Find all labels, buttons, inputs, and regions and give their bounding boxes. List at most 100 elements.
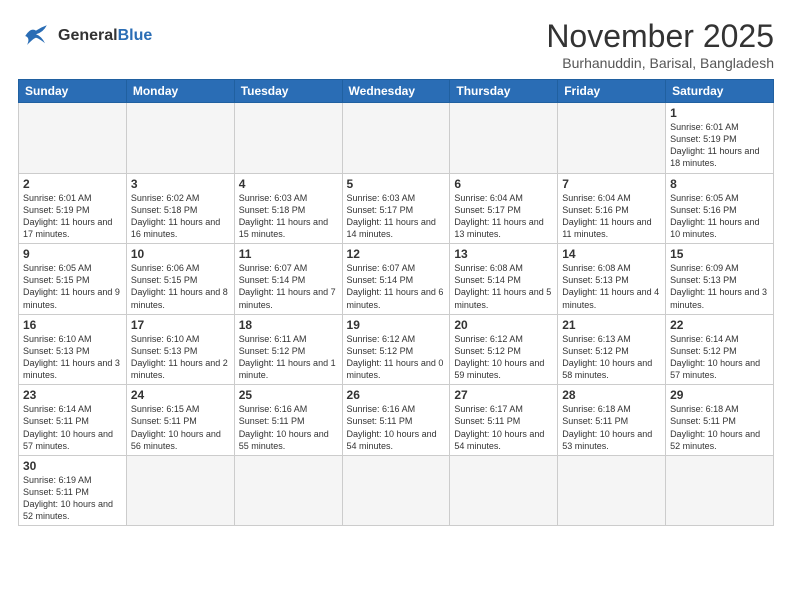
table-row: 2Sunrise: 6:01 AM Sunset: 5:19 PM Daylig… bbox=[19, 173, 127, 244]
day-info: Sunrise: 6:09 AM Sunset: 5:13 PM Dayligh… bbox=[670, 262, 769, 311]
logo-blue: Blue bbox=[118, 27, 153, 44]
day-number: 3 bbox=[131, 177, 230, 191]
header-tuesday: Tuesday bbox=[234, 80, 342, 103]
day-info: Sunrise: 6:04 AM Sunset: 5:16 PM Dayligh… bbox=[562, 192, 661, 241]
day-number: 17 bbox=[131, 318, 230, 332]
table-row bbox=[342, 103, 450, 174]
table-row: 26Sunrise: 6:16 AM Sunset: 5:11 PM Dayli… bbox=[342, 385, 450, 456]
table-row bbox=[342, 455, 450, 526]
day-number: 16 bbox=[23, 318, 122, 332]
table-row: 30Sunrise: 6:19 AM Sunset: 5:11 PM Dayli… bbox=[19, 455, 127, 526]
day-number: 4 bbox=[239, 177, 338, 191]
day-info: Sunrise: 6:07 AM Sunset: 5:14 PM Dayligh… bbox=[347, 262, 446, 311]
location-subtitle: Burhanuddin, Barisal, Bangladesh bbox=[546, 55, 774, 71]
day-info: Sunrise: 6:01 AM Sunset: 5:19 PM Dayligh… bbox=[670, 121, 769, 170]
header-sunday: Sunday bbox=[19, 80, 127, 103]
day-number: 29 bbox=[670, 388, 769, 402]
table-row bbox=[450, 455, 558, 526]
day-info: Sunrise: 6:17 AM Sunset: 5:11 PM Dayligh… bbox=[454, 403, 553, 452]
day-info: Sunrise: 6:19 AM Sunset: 5:11 PM Dayligh… bbox=[23, 474, 122, 523]
day-info: Sunrise: 6:18 AM Sunset: 5:11 PM Dayligh… bbox=[562, 403, 661, 452]
table-row: 13Sunrise: 6:08 AM Sunset: 5:14 PM Dayli… bbox=[450, 244, 558, 315]
table-row bbox=[450, 103, 558, 174]
day-info: Sunrise: 6:12 AM Sunset: 5:12 PM Dayligh… bbox=[454, 333, 553, 382]
day-number: 21 bbox=[562, 318, 661, 332]
table-row: 19Sunrise: 6:12 AM Sunset: 5:12 PM Dayli… bbox=[342, 314, 450, 385]
day-number: 1 bbox=[670, 106, 769, 120]
header-friday: Friday bbox=[558, 80, 666, 103]
day-info: Sunrise: 6:05 AM Sunset: 5:15 PM Dayligh… bbox=[23, 262, 122, 311]
day-number: 28 bbox=[562, 388, 661, 402]
day-info: Sunrise: 6:13 AM Sunset: 5:12 PM Dayligh… bbox=[562, 333, 661, 382]
day-number: 23 bbox=[23, 388, 122, 402]
day-number: 14 bbox=[562, 247, 661, 261]
day-number: 26 bbox=[347, 388, 446, 402]
table-row: 4Sunrise: 6:03 AM Sunset: 5:18 PM Daylig… bbox=[234, 173, 342, 244]
day-info: Sunrise: 6:08 AM Sunset: 5:14 PM Dayligh… bbox=[454, 262, 553, 311]
day-number: 30 bbox=[23, 459, 122, 473]
day-info: Sunrise: 6:14 AM Sunset: 5:11 PM Dayligh… bbox=[23, 403, 122, 452]
day-number: 9 bbox=[23, 247, 122, 261]
table-row bbox=[558, 455, 666, 526]
table-row: 11Sunrise: 6:07 AM Sunset: 5:14 PM Dayli… bbox=[234, 244, 342, 315]
day-number: 19 bbox=[347, 318, 446, 332]
table-row: 5Sunrise: 6:03 AM Sunset: 5:17 PM Daylig… bbox=[342, 173, 450, 244]
table-row bbox=[234, 455, 342, 526]
day-number: 6 bbox=[454, 177, 553, 191]
day-info: Sunrise: 6:14 AM Sunset: 5:12 PM Dayligh… bbox=[670, 333, 769, 382]
logo-text: GeneralBlue bbox=[58, 27, 152, 45]
table-row: 15Sunrise: 6:09 AM Sunset: 5:13 PM Dayli… bbox=[666, 244, 774, 315]
table-row: 14Sunrise: 6:08 AM Sunset: 5:13 PM Dayli… bbox=[558, 244, 666, 315]
day-number: 25 bbox=[239, 388, 338, 402]
table-row: 3Sunrise: 6:02 AM Sunset: 5:18 PM Daylig… bbox=[126, 173, 234, 244]
table-row: 27Sunrise: 6:17 AM Sunset: 5:11 PM Dayli… bbox=[450, 385, 558, 456]
day-info: Sunrise: 6:03 AM Sunset: 5:17 PM Dayligh… bbox=[347, 192, 446, 241]
day-number: 2 bbox=[23, 177, 122, 191]
day-info: Sunrise: 6:18 AM Sunset: 5:11 PM Dayligh… bbox=[670, 403, 769, 452]
table-row: 28Sunrise: 6:18 AM Sunset: 5:11 PM Dayli… bbox=[558, 385, 666, 456]
table-row: 18Sunrise: 6:11 AM Sunset: 5:12 PM Dayli… bbox=[234, 314, 342, 385]
table-row: 6Sunrise: 6:04 AM Sunset: 5:17 PM Daylig… bbox=[450, 173, 558, 244]
header-thursday: Thursday bbox=[450, 80, 558, 103]
day-number: 22 bbox=[670, 318, 769, 332]
logo-general: General bbox=[58, 27, 118, 44]
table-row: 22Sunrise: 6:14 AM Sunset: 5:12 PM Dayli… bbox=[666, 314, 774, 385]
day-info: Sunrise: 6:05 AM Sunset: 5:16 PM Dayligh… bbox=[670, 192, 769, 241]
day-info: Sunrise: 6:07 AM Sunset: 5:14 PM Dayligh… bbox=[239, 262, 338, 311]
month-year-title: November 2025 bbox=[546, 18, 774, 55]
table-row: 17Sunrise: 6:10 AM Sunset: 5:13 PM Dayli… bbox=[126, 314, 234, 385]
day-number: 24 bbox=[131, 388, 230, 402]
table-row: 7Sunrise: 6:04 AM Sunset: 5:16 PM Daylig… bbox=[558, 173, 666, 244]
logo: GeneralBlue bbox=[18, 18, 152, 54]
table-row: 25Sunrise: 6:16 AM Sunset: 5:11 PM Dayli… bbox=[234, 385, 342, 456]
calendar-table: Sunday Monday Tuesday Wednesday Thursday… bbox=[18, 79, 774, 526]
day-info: Sunrise: 6:04 AM Sunset: 5:17 PM Dayligh… bbox=[454, 192, 553, 241]
day-info: Sunrise: 6:16 AM Sunset: 5:11 PM Dayligh… bbox=[239, 403, 338, 452]
table-row: 9Sunrise: 6:05 AM Sunset: 5:15 PM Daylig… bbox=[19, 244, 127, 315]
day-info: Sunrise: 6:15 AM Sunset: 5:11 PM Dayligh… bbox=[131, 403, 230, 452]
table-row bbox=[19, 103, 127, 174]
day-number: 8 bbox=[670, 177, 769, 191]
table-row bbox=[126, 103, 234, 174]
day-info: Sunrise: 6:01 AM Sunset: 5:19 PM Dayligh… bbox=[23, 192, 122, 241]
day-info: Sunrise: 6:02 AM Sunset: 5:18 PM Dayligh… bbox=[131, 192, 230, 241]
table-row bbox=[666, 455, 774, 526]
day-number: 20 bbox=[454, 318, 553, 332]
table-row: 8Sunrise: 6:05 AM Sunset: 5:16 PM Daylig… bbox=[666, 173, 774, 244]
day-number: 27 bbox=[454, 388, 553, 402]
table-row bbox=[234, 103, 342, 174]
day-info: Sunrise: 6:08 AM Sunset: 5:13 PM Dayligh… bbox=[562, 262, 661, 311]
logo-icon bbox=[18, 18, 54, 54]
table-row: 10Sunrise: 6:06 AM Sunset: 5:15 PM Dayli… bbox=[126, 244, 234, 315]
day-info: Sunrise: 6:06 AM Sunset: 5:15 PM Dayligh… bbox=[131, 262, 230, 311]
day-info: Sunrise: 6:10 AM Sunset: 5:13 PM Dayligh… bbox=[131, 333, 230, 382]
day-info: Sunrise: 6:16 AM Sunset: 5:11 PM Dayligh… bbox=[347, 403, 446, 452]
table-row: 12Sunrise: 6:07 AM Sunset: 5:14 PM Dayli… bbox=[342, 244, 450, 315]
day-info: Sunrise: 6:03 AM Sunset: 5:18 PM Dayligh… bbox=[239, 192, 338, 241]
day-info: Sunrise: 6:12 AM Sunset: 5:12 PM Dayligh… bbox=[347, 333, 446, 382]
header: GeneralBlue November 2025 Burhanuddin, B… bbox=[18, 18, 774, 71]
header-saturday: Saturday bbox=[666, 80, 774, 103]
table-row: 21Sunrise: 6:13 AM Sunset: 5:12 PM Dayli… bbox=[558, 314, 666, 385]
day-info: Sunrise: 6:11 AM Sunset: 5:12 PM Dayligh… bbox=[239, 333, 338, 382]
day-number: 10 bbox=[131, 247, 230, 261]
